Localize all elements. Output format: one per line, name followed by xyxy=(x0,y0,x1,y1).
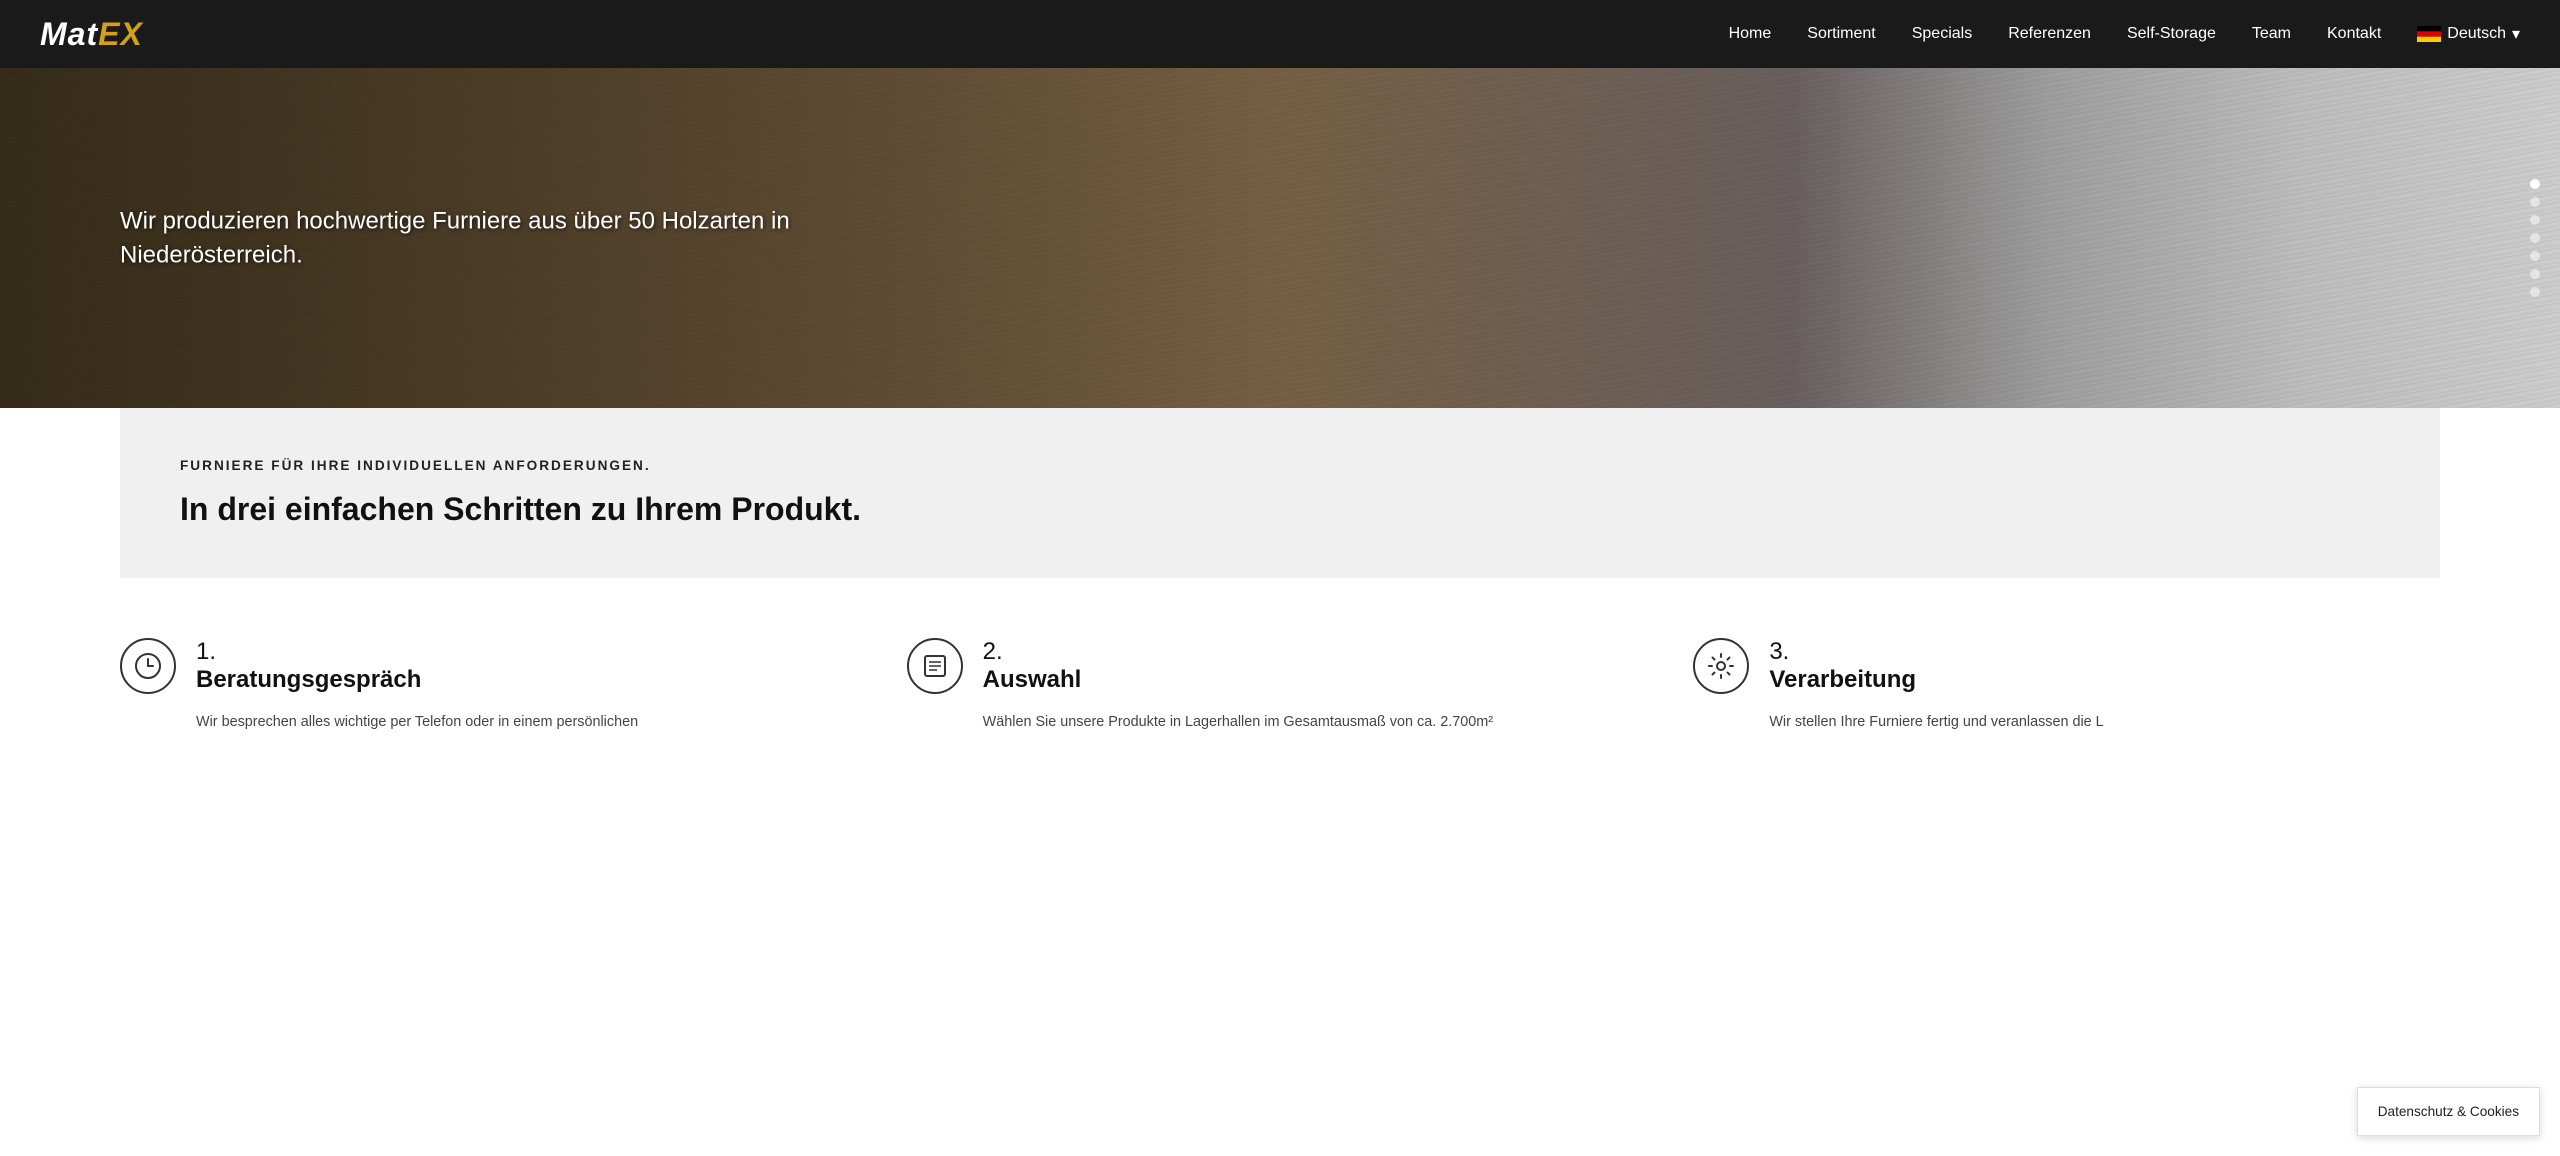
dropdown-arrow-icon: ▾ xyxy=(2512,24,2520,44)
step-1-number: 1. xyxy=(196,638,421,666)
steps-section: 1. Beratungsgespräch Wir besprechen alle… xyxy=(0,578,2560,774)
cookie-banner[interactable]: Datenschutz & Cookies xyxy=(2357,1087,2540,1136)
step-2: 2. Auswahl Wählen Sie unsere Produkte in… xyxy=(907,638,1654,734)
nav-links: Home Sortiment Specials Referenzen Self-… xyxy=(1729,24,2520,44)
slide-dot-2[interactable] xyxy=(2530,197,2540,207)
german-flag-icon xyxy=(2417,26,2441,42)
slide-dot-7[interactable] xyxy=(2530,287,2540,297)
slide-dots xyxy=(2530,179,2540,297)
nav-item-language[interactable]: Deutsch ▾ xyxy=(2417,24,2520,44)
hero-section: Wir produzieren hochwertige Furniere aus… xyxy=(0,68,2560,408)
steps-intro-section: FURNIERE FÜR IHRE INDIVIDUELLEN ANFORDER… xyxy=(120,408,2440,578)
steps-intro-title: In drei einfachen Schritten zu Ihrem Pro… xyxy=(180,491,2380,528)
logo[interactable]: MatEX xyxy=(40,16,143,53)
nav-item-self-storage[interactable]: Self-Storage xyxy=(2127,25,2216,43)
step-1: 1. Beratungsgespräch Wir besprechen alle… xyxy=(120,638,867,734)
list-icon xyxy=(907,638,963,694)
step-2-title-block: 2. Auswahl xyxy=(983,638,1082,695)
language-button[interactable]: Deutsch ▾ xyxy=(2417,24,2520,44)
slide-dot-3[interactable] xyxy=(2530,215,2540,225)
step-2-title: Auswahl xyxy=(983,666,1082,695)
slide-dot-6[interactable] xyxy=(2530,269,2540,279)
nav-item-kontakt[interactable]: Kontakt xyxy=(2327,25,2381,43)
step-3-desc: Wir stellen Ihre Furniere fertig und ver… xyxy=(1693,711,2440,734)
logo-mat: Mat xyxy=(40,16,98,52)
slide-dot-4[interactable] xyxy=(2530,233,2540,243)
step-2-header: 2. Auswahl xyxy=(907,638,1654,695)
step-1-title: Beratungsgespräch xyxy=(196,666,421,695)
step-1-desc: Wir besprechen alles wichtige per Telefo… xyxy=(120,711,867,734)
step-1-title-block: 1. Beratungsgespräch xyxy=(196,638,421,695)
nav-item-team[interactable]: Team xyxy=(2252,25,2291,43)
nav-item-home[interactable]: Home xyxy=(1729,25,1772,43)
step-3-header: 3. Verarbeitung xyxy=(1693,638,2440,695)
step-2-number: 2. xyxy=(983,638,1082,666)
nav-item-sortiment[interactable]: Sortiment xyxy=(1807,25,1875,43)
steps-intro-subtitle: FURNIERE FÜR IHRE INDIVIDUELLEN ANFORDER… xyxy=(180,458,2380,473)
gear-icon xyxy=(1693,638,1749,694)
nav-item-specials[interactable]: Specials xyxy=(1912,25,1972,43)
step-3: 3. Verarbeitung Wir stellen Ihre Furnier… xyxy=(1693,638,2440,734)
nav-item-referenzen[interactable]: Referenzen xyxy=(2008,25,2091,43)
logo-ex: EX xyxy=(98,16,143,52)
step-3-title: Verarbeitung xyxy=(1769,666,1916,695)
step-1-header: 1. Beratungsgespräch xyxy=(120,638,867,695)
slide-dot-1[interactable] xyxy=(2530,179,2540,189)
step-2-desc: Wählen Sie unsere Produkte in Lagerhalle… xyxy=(907,711,1654,734)
cookie-banner-label[interactable]: Datenschutz & Cookies xyxy=(2378,1104,2519,1119)
step-3-number: 3. xyxy=(1769,638,1916,666)
step-3-title-block: 3. Verarbeitung xyxy=(1769,638,1916,695)
navbar: MatEX Home Sortiment Specials Referenzen… xyxy=(0,0,2560,68)
language-label: Deutsch xyxy=(2447,25,2506,43)
hero-text: Wir produzieren hochwertige Furniere aus… xyxy=(120,204,820,271)
slide-dot-5[interactable] xyxy=(2530,251,2540,261)
phone-clock-icon xyxy=(120,638,176,694)
